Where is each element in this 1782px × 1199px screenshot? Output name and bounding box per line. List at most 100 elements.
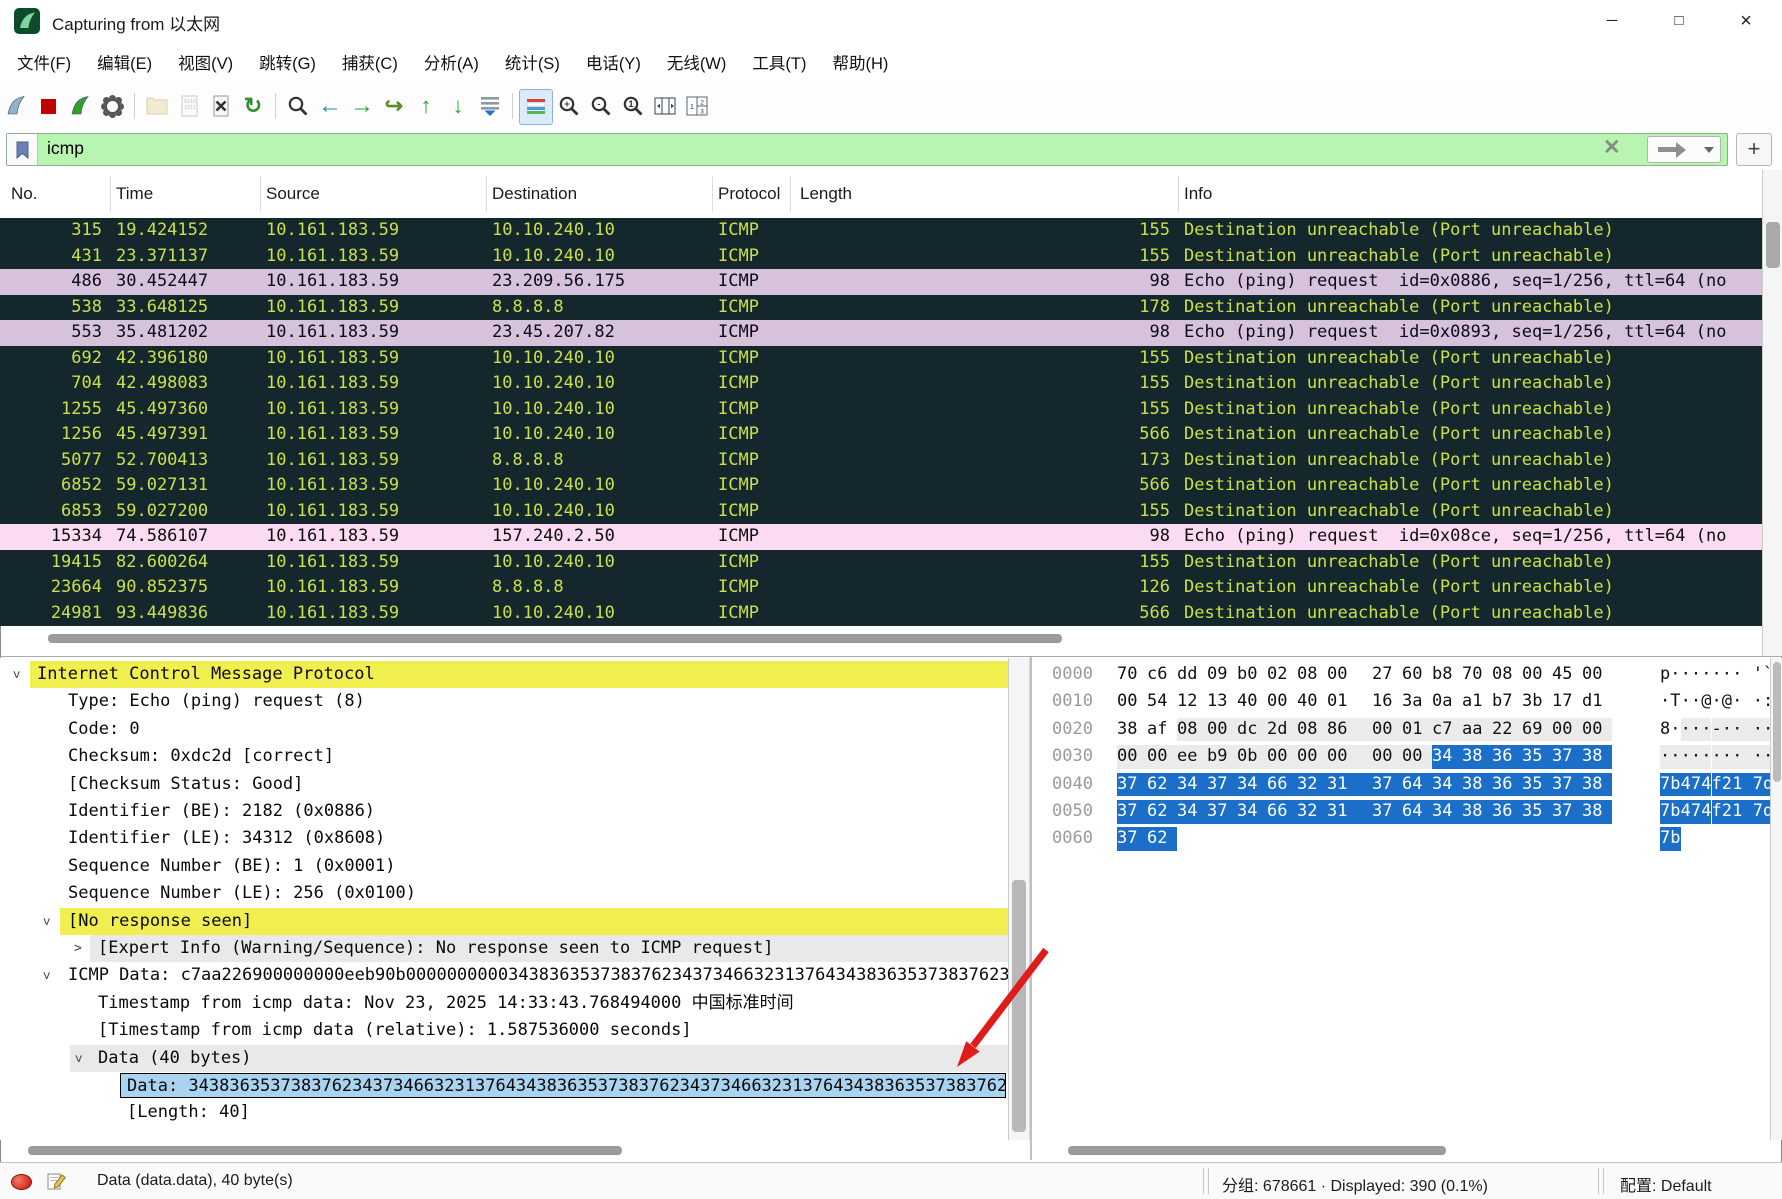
chevron-collapsed-icon[interactable]: >	[74, 935, 82, 962]
detail-line-10[interactable]: >[Expert Info (Warning/Sequence): No res…	[0, 935, 1008, 962]
hex-byte[interactable]: 34	[1432, 800, 1462, 824]
hex-byte[interactable]: 38	[1582, 773, 1612, 797]
hex-byte[interactable]: 34	[1177, 773, 1207, 797]
ascii-char[interactable]: 2	[1722, 773, 1732, 797]
hex-byte[interactable]: 00	[1117, 745, 1147, 769]
hex-byte[interactable]: 32	[1297, 773, 1327, 797]
reload-button[interactable]: ↻	[237, 89, 269, 123]
hex-byte[interactable]: 32	[1297, 800, 1327, 824]
hex-byte[interactable]: 37	[1207, 773, 1237, 797]
packet-row-553[interactable]: 55335.48120210.161.183.5923.45.207.82ICM…	[0, 320, 1762, 346]
hex-byte[interactable]: 08	[1297, 718, 1327, 742]
minimize-button[interactable]: ─	[1584, 0, 1640, 42]
ascii-char[interactable]: ·	[1763, 718, 1770, 742]
ascii-char[interactable]: ·	[1660, 745, 1670, 769]
ascii-char[interactable]	[1742, 800, 1752, 824]
ascii-char[interactable]	[1742, 745, 1752, 769]
detail-line-4[interactable]: [Checksum Status: Good]	[0, 771, 1008, 798]
detail-line-14[interactable]: >Data (40 bytes)	[0, 1045, 1008, 1072]
ascii-char[interactable]: 8	[1660, 718, 1670, 742]
ascii-char[interactable]: 7	[1691, 773, 1701, 797]
packet-row-15334[interactable]: 1533474.58610710.161.183.59157.240.2.50I…	[0, 524, 1762, 550]
hex-byte[interactable]: 62	[1147, 773, 1177, 797]
packet-row-19415[interactable]: 1941582.60026410.161.183.5910.10.240.10I…	[0, 550, 1762, 576]
hex-byte[interactable]: 3a	[1402, 690, 1432, 714]
hex-byte[interactable]: b9	[1207, 745, 1237, 769]
hex-byte[interactable]: b7	[1492, 690, 1522, 714]
chevron-expanded-icon[interactable]: >	[32, 917, 59, 925]
hex-byte[interactable]: 69	[1522, 718, 1552, 742]
hex-byte[interactable]: 01	[1327, 690, 1357, 714]
packet-list-vscrollbar[interactable]	[1762, 170, 1782, 656]
ascii-char[interactable]	[1681, 827, 1691, 851]
hex-byte[interactable]: 27	[1372, 663, 1402, 687]
ascii-char[interactable]: ·	[1660, 690, 1670, 714]
hex-byte[interactable]: 34	[1237, 773, 1267, 797]
maximize-button[interactable]: □	[1651, 0, 1707, 42]
expert-info-icon[interactable]	[11, 1174, 32, 1190]
hex-byte[interactable]: 08	[1492, 663, 1522, 687]
ascii-char[interactable]	[1742, 718, 1752, 742]
auto-scroll-button[interactable]	[474, 89, 506, 123]
detail-line-8[interactable]: Sequence Number (LE): 256 (0x0100)	[0, 880, 1008, 907]
menu-item-7[interactable]: 电话(Y)	[574, 42, 653, 86]
packet-row-704[interactable]: 70442.49808310.161.183.5910.10.240.10ICM…	[0, 371, 1762, 397]
column-divider[interactable]	[1178, 176, 1179, 212]
status-profile[interactable]: 配置: Default	[1620, 1172, 1712, 1196]
hex-byte[interactable]: 0a	[1432, 690, 1462, 714]
hex-byte[interactable]: 38	[1462, 745, 1492, 769]
hex-byte[interactable]: 3b	[1522, 690, 1552, 714]
hex-byte[interactable]: 64	[1402, 773, 1432, 797]
packet-row-6853[interactable]: 685359.02720010.161.183.5910.10.240.10IC…	[0, 499, 1762, 525]
hex-byte[interactable]: 00	[1117, 690, 1147, 714]
hex-byte[interactable]: 35	[1522, 800, 1552, 824]
go-back-button[interactable]: ←	[314, 89, 346, 123]
zoom-in-button[interactable]: +	[553, 89, 585, 123]
ascii-char[interactable]: p	[1660, 663, 1670, 687]
hex-byte[interactable]: 37	[1372, 773, 1402, 797]
go-forward-button[interactable]: →	[346, 89, 378, 123]
open-file-button[interactable]	[141, 89, 173, 123]
apply-filter-button[interactable]	[1647, 136, 1721, 163]
ascii-char[interactable]: ·	[1732, 718, 1742, 742]
colorize-button[interactable]	[519, 89, 553, 125]
hex-byte[interactable]: 38	[1462, 773, 1492, 797]
hex-byte[interactable]: 37	[1372, 800, 1402, 824]
resize-columns-button[interactable]	[649, 89, 681, 123]
ascii-char[interactable]: ·	[1712, 745, 1722, 769]
hex-byte[interactable]: 08	[1177, 718, 1207, 742]
menu-item-1[interactable]: 编辑(E)	[85, 42, 164, 86]
hex-byte[interactable]: 45	[1552, 663, 1582, 687]
ascii-char[interactable]: :	[1763, 690, 1770, 714]
hex-byte[interactable]: 37	[1117, 773, 1147, 797]
packet-row-692[interactable]: 69242.39618010.161.183.5910.10.240.10ICM…	[0, 346, 1762, 372]
hex-byte[interactable]: 00	[1522, 663, 1552, 687]
ascii-char[interactable]	[1742, 773, 1752, 797]
chevron-expanded-icon[interactable]: >	[32, 972, 59, 980]
hex-byte[interactable]: 0b	[1237, 745, 1267, 769]
packet-row-1256[interactable]: 125645.49739110.161.183.5910.10.240.10IC…	[0, 422, 1762, 448]
hex-byte[interactable]: c6	[1147, 663, 1177, 687]
hex-byte[interactable]: c7	[1432, 718, 1462, 742]
hex-byte[interactable]: 70	[1117, 663, 1147, 687]
hex-byte[interactable]: d1	[1582, 690, 1612, 714]
detail-line-7[interactable]: Sequence Number (BE): 1 (0x0001)	[0, 853, 1008, 880]
column-divider[interactable]	[712, 176, 713, 212]
hex-byte[interactable]: 37	[1552, 773, 1582, 797]
hex-byte[interactable]: 40	[1297, 690, 1327, 714]
ascii-char[interactable]: d	[1763, 773, 1770, 797]
ascii-char[interactable]: ·	[1732, 690, 1742, 714]
ascii-char[interactable]: ·	[1732, 663, 1742, 687]
ascii-char[interactable]: ·	[1681, 690, 1691, 714]
hex-byte[interactable]: 36	[1492, 800, 1522, 824]
ascii-char[interactable]: f	[1712, 773, 1722, 797]
go-first-button[interactable]: ↑	[410, 89, 442, 123]
hex-byte[interactable]: 00	[1327, 663, 1357, 687]
hex-byte[interactable]: 16	[1372, 690, 1402, 714]
ascii-char[interactable]: ·	[1681, 663, 1691, 687]
packet-row-431[interactable]: 43123.37113710.161.183.5910.10.240.10ICM…	[0, 244, 1762, 270]
hex-byte[interactable]: a1	[1462, 690, 1492, 714]
detail-vscrollbar[interactable]	[1008, 658, 1030, 1140]
hex-byte[interactable]: 34	[1432, 773, 1462, 797]
ascii-char[interactable]: ·	[1701, 718, 1711, 742]
